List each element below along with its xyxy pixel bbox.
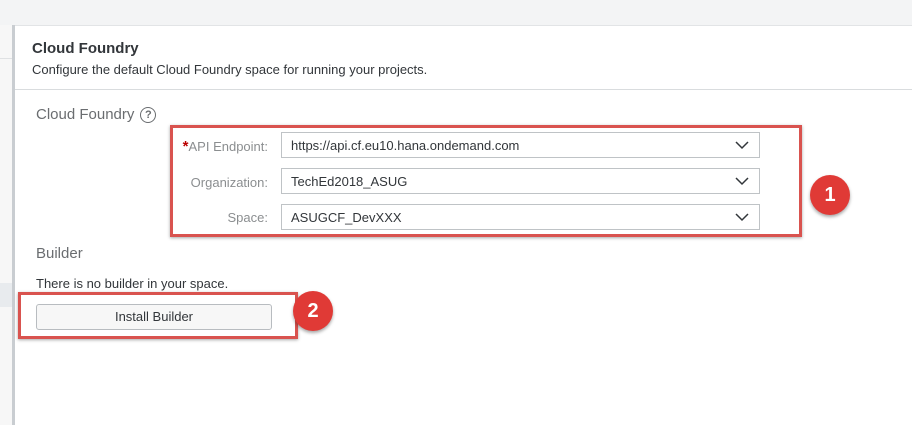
highlight-box-install — [18, 292, 298, 339]
settings-header: Cloud Foundry Configure the default Clou… — [15, 26, 912, 90]
highlight-box-fields — [170, 125, 802, 237]
question-circle-icon[interactable]: ? — [140, 106, 157, 123]
step-badge-1: 1 — [810, 175, 850, 215]
page-subtitle: Configure the default Cloud Foundry spac… — [32, 62, 428, 77]
builder-section-title: Builder — [36, 245, 83, 262]
page-title: Cloud Foundry — [32, 40, 139, 57]
cloud-foundry-section-title: Cloud Foundry ? — [36, 106, 157, 123]
nav-selected-item[interactable] — [0, 283, 12, 307]
nav-divider — [0, 58, 12, 59]
left-navigation-panel — [0, 25, 12, 425]
top-bar — [0, 0, 912, 26]
section-title-text: Cloud Foundry — [36, 106, 135, 123]
builder-status-message: There is no builder in your space. — [36, 276, 229, 291]
step-badge-2: 2 — [293, 291, 333, 331]
